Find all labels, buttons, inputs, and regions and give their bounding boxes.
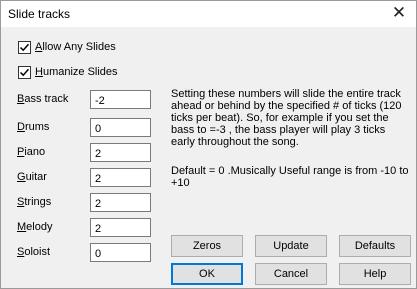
humanize-slides-checkbox[interactable]: Humanize Slides [18, 64, 118, 80]
help-button[interactable]: Help [339, 263, 411, 285]
guitar-label: Guitar [17, 171, 47, 183]
cancel-button[interactable]: Cancel [255, 263, 327, 285]
description-text: Setting these numbers will slide the ent… [171, 88, 402, 148]
strings-input[interactable] [90, 193, 151, 212]
defaults-button[interactable]: Defaults [339, 235, 411, 257]
title-bar: Slide tracks ✕ [1, 1, 416, 27]
guitar-input[interactable] [90, 168, 151, 187]
piano-label: Piano [17, 146, 46, 158]
checkbox-checked-icon[interactable] [18, 65, 31, 79]
bass-track-label: Bass track [17, 93, 69, 105]
soloist-input[interactable] [90, 243, 151, 262]
slide-tracks-dialog: Slide tracks ✕ Allow Any Slides Humanize… [0, 0, 417, 289]
drums-input[interactable] [90, 118, 151, 137]
strings-label: Strings [17, 196, 52, 208]
close-icon[interactable]: ✕ [388, 3, 410, 25]
melody-label: Melody [17, 221, 53, 233]
dialog-title: Slide tracks [8, 7, 71, 21]
piano-input[interactable] [90, 143, 151, 162]
default-range-note: Default = 0 .Musically Useful range is f… [171, 165, 409, 189]
allow-any-slides-label: Allow Any Slides [35, 41, 116, 53]
ok-button[interactable]: OK [171, 263, 243, 285]
humanize-slides-label: Humanize Slides [35, 66, 118, 78]
soloist-label: Soloist [17, 246, 51, 258]
drums-label: Drums [17, 121, 50, 133]
checkbox-checked-icon[interactable] [18, 40, 31, 54]
bass-track-input[interactable] [90, 90, 151, 109]
zeros-button[interactable]: Zeros [171, 235, 243, 257]
melody-input[interactable] [90, 218, 151, 237]
update-button[interactable]: Update [255, 235, 327, 257]
allow-any-slides-checkbox[interactable]: Allow Any Slides [18, 39, 116, 55]
